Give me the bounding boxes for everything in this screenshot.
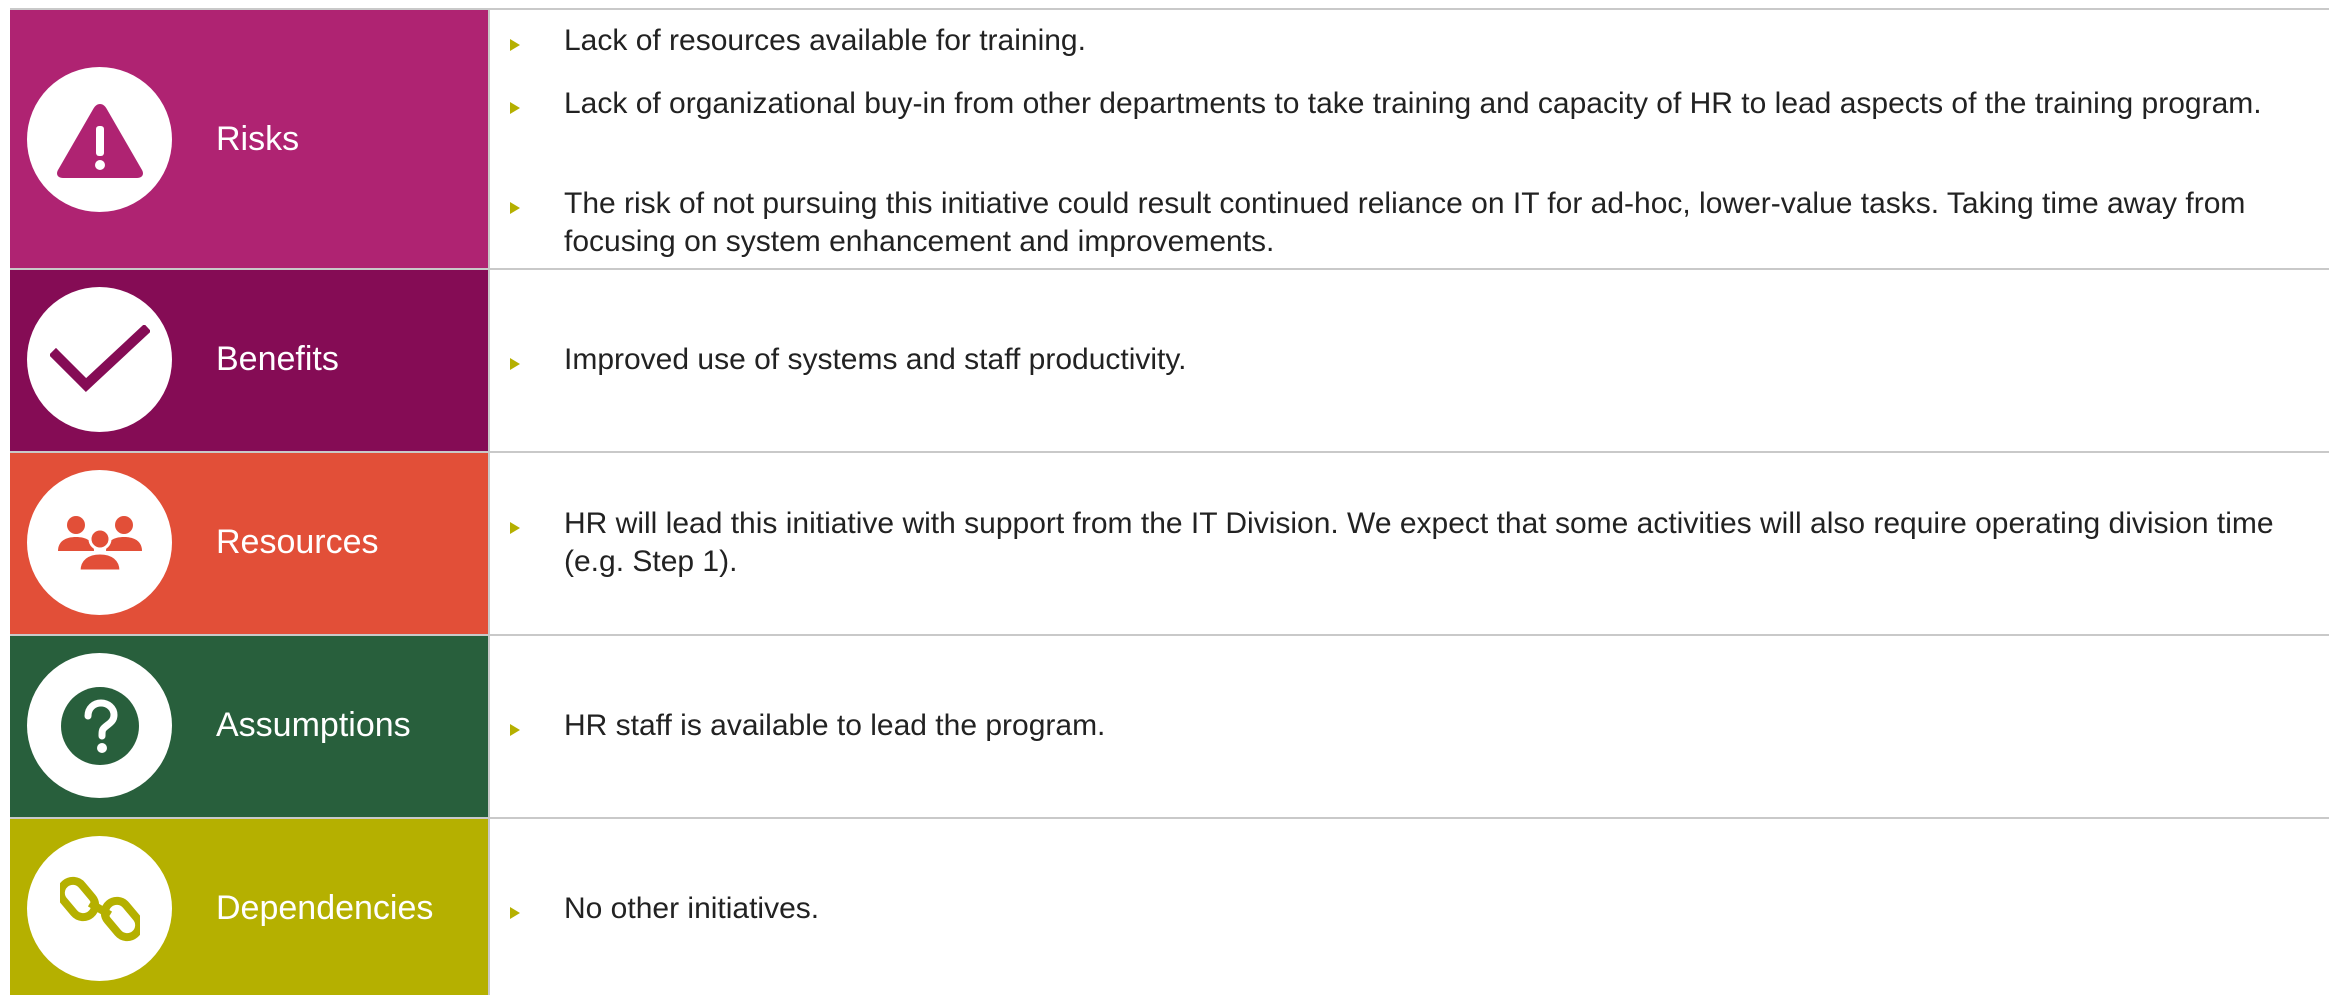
resources-content: HR will lead this initiative with suppor…	[490, 453, 2329, 634]
bullet-text: HR will lead this initiative with suppor…	[564, 507, 2274, 578]
bullet-text: The risk of not pursuing this initiative…	[564, 187, 2246, 258]
assumptions-icon-circle	[27, 653, 172, 798]
dependencies-label: Dependencies	[216, 889, 434, 927]
bullet-text: HR staff is available to lead the progra…	[564, 709, 1106, 742]
bullet-text: Improved use of systems and staff produc…	[564, 343, 1187, 376]
benefits-label-cell: Benefits	[10, 270, 490, 451]
risk-summary-table: Risks Lack of resources available for tr…	[10, 8, 2329, 995]
risks-label-cell: Risks	[10, 10, 490, 268]
benefits-content: Improved use of systems and staff produc…	[490, 270, 2329, 451]
benefits-icon-circle	[27, 287, 172, 432]
benefits-row: Benefits Improved use of systems and sta…	[10, 270, 2329, 453]
chain-link-icon	[59, 876, 140, 941]
bullet-arrow-icon	[510, 358, 520, 370]
risks-row: Risks Lack of resources available for tr…	[10, 10, 2329, 270]
assumptions-label-cell: Assumptions	[10, 636, 490, 817]
assumptions-label: Assumptions	[216, 706, 411, 744]
risks-content: Lack of resources available for training…	[490, 10, 2329, 268]
dependencies-row: Dependencies No other initiatives.	[10, 819, 2329, 995]
dependencies-label-cell: Dependencies	[10, 819, 490, 995]
bullet-arrow-icon	[510, 39, 520, 51]
assumptions-row: Assumptions HR staff is available to lea…	[10, 636, 2329, 819]
resources-label-cell: Resources	[10, 453, 490, 634]
bullet-text: Lack of organizational buy-in from other…	[564, 87, 2262, 120]
people-group-icon	[57, 515, 142, 572]
bullet-arrow-icon	[510, 907, 520, 919]
bullet-arrow-icon	[510, 522, 520, 534]
risks-icon-circle	[27, 67, 172, 212]
resources-row: Resources HR will lead this initiative w…	[10, 453, 2329, 636]
resources-label: Resources	[216, 523, 379, 561]
dependencies-content: No other initiatives.	[490, 819, 2329, 995]
bullet-text: Lack of resources available for training…	[564, 24, 1086, 57]
question-mark-icon	[60, 686, 139, 765]
resources-icon-circle	[27, 470, 172, 615]
bullet-arrow-icon	[510, 102, 520, 114]
dependencies-icon-circle	[27, 836, 172, 981]
benefits-label: Benefits	[216, 340, 339, 378]
checkmark-icon	[49, 324, 150, 392]
bullet-arrow-icon	[510, 202, 520, 214]
bullet-text: No other initiatives.	[564, 892, 820, 925]
warning-triangle-icon	[56, 103, 143, 178]
risks-label: Risks	[216, 120, 300, 158]
bullet-arrow-icon	[510, 724, 520, 736]
assumptions-content: HR staff is available to lead the progra…	[490, 636, 2329, 817]
